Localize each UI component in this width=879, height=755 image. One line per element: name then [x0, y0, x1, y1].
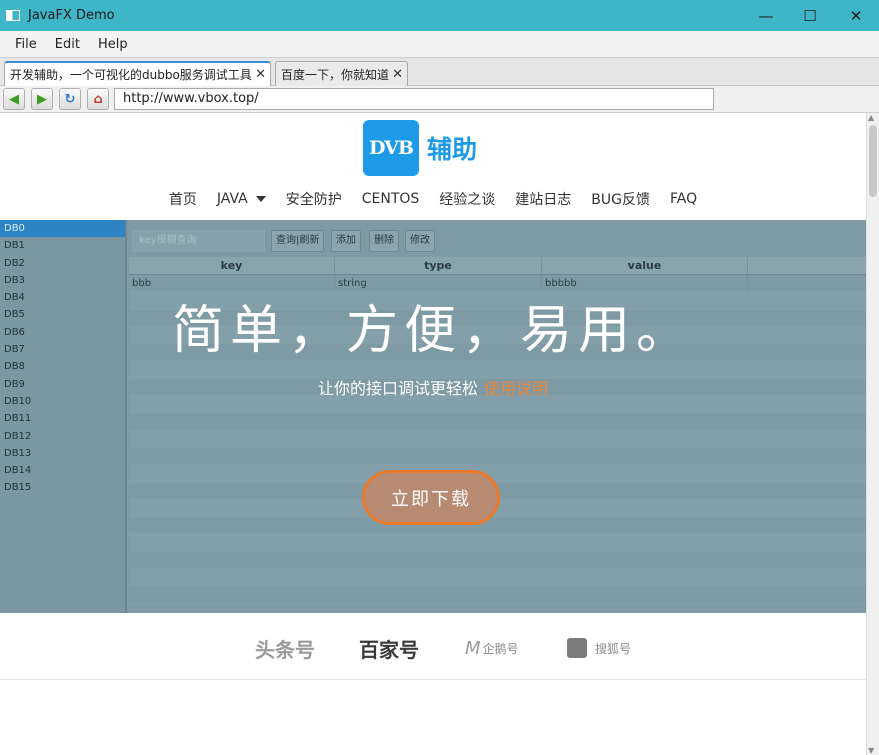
site-nav-security[interactable]: 安全防护: [286, 189, 342, 209]
caret-down-icon: [255, 196, 266, 202]
tab-baidu[interactable]: 百度一下，你就知道 ✕: [275, 61, 408, 86]
partner-logos: 头条号 百家号 M 企鹅号 搜狐号: [0, 633, 866, 663]
scroll-down-icon[interactable]: ▼: [868, 746, 874, 755]
download-button[interactable]: 立即下载: [362, 470, 500, 525]
close-button[interactable]: ✕: [833, 0, 879, 31]
scrollbar-thumb[interactable]: [869, 125, 877, 197]
home-icon[interactable]: ⌂: [87, 88, 109, 110]
window-titlebar: JavaFX Demo — ☐ ✕: [0, 0, 879, 31]
site-logo[interactable]: DVB 辅助: [363, 120, 477, 176]
site-nav: 首页 JAVA 安全防护 CENTOS 经验之谈 建站日志 BUG反馈 FAQ: [0, 188, 866, 210]
site-nav-log[interactable]: 建站日志: [515, 189, 571, 209]
reload-icon[interactable]: ↻: [59, 88, 81, 110]
tab-close-icon[interactable]: ✕: [392, 67, 403, 82]
maximize-button[interactable]: ☐: [787, 0, 833, 31]
menu-help[interactable]: Help: [89, 37, 137, 52]
site-nav-faq[interactable]: FAQ: [670, 191, 697, 207]
partner-qie-label: 企鹅号: [482, 641, 519, 656]
browser-toolbar: ◀ ▶ ↻ ⌂ http://www.vbox.top/: [0, 86, 879, 113]
menu-bar: File Edit Help: [0, 31, 879, 58]
partner-sohu-label: 搜狐号: [595, 641, 632, 656]
site-nav-java-label: JAVA: [216, 191, 248, 207]
back-arrow-icon[interactable]: ◀: [3, 88, 25, 110]
logo-text: 辅助: [427, 135, 478, 164]
hero-subtitle-text: 让你的接口调试更轻松: [317, 379, 478, 398]
penguin-mark-icon: M: [465, 637, 481, 659]
vertical-scrollbar[interactable]: ▲ ▼: [866, 113, 879, 755]
logo-mark: DVB: [363, 120, 419, 176]
tab-close-icon[interactable]: ✕: [255, 67, 266, 82]
tab-label: 开发辅助，一个可视化的dubbo服务调试工具: [10, 68, 252, 82]
menu-edit[interactable]: Edit: [46, 37, 89, 52]
minimize-button[interactable]: —: [743, 0, 789, 31]
hero-subtitle: 让你的接口调试更轻松 使用说明: [0, 375, 866, 399]
tab-dubbo-tool[interactable]: 开发辅助，一个可视化的dubbo服务调试工具 ✕: [4, 61, 271, 86]
hero-title: 简单，方便，易用。: [171, 301, 694, 361]
tab-label: 百度一下，你就知道: [281, 67, 390, 82]
web-view: DVB 辅助 首页 JAVA 安全防护 CENTOS 经验之谈 建站日志 BUG…: [0, 113, 866, 755]
site-nav-centos[interactable]: CENTOS: [362, 191, 420, 207]
site-nav-home[interactable]: 首页: [169, 189, 197, 209]
footer-divider: [0, 679, 866, 680]
menu-file[interactable]: File: [6, 37, 46, 52]
hero-overlay: 简单，方便，易用。 让你的接口调试更轻松 使用说明 立即下载: [0, 220, 866, 613]
forward-arrow-icon[interactable]: ▶: [31, 88, 53, 110]
hero-section: DB0 DB1 DB2 DB3 DB4 DB5 DB6 DB7 DB8 DB9 …: [0, 220, 866, 613]
partner-baijia-logo[interactable]: 百家号: [359, 633, 419, 663]
site-nav-bug[interactable]: BUG反馈: [591, 189, 650, 209]
app-icon: [6, 10, 20, 21]
site-nav-experience[interactable]: 经验之谈: [439, 189, 495, 209]
url-input[interactable]: http://www.vbox.top/: [114, 88, 714, 110]
partner-sohu-logo[interactable]: 搜狐号: [567, 633, 631, 663]
sohu-fox-icon: [567, 638, 587, 658]
window-title: JavaFX Demo: [28, 8, 115, 23]
tab-bar: 开发辅助，一个可视化的dubbo服务调试工具 ✕ 百度一下，你就知道 ✕: [0, 58, 879, 86]
usage-guide-link[interactable]: 使用说明: [484, 379, 548, 398]
partner-toutiao-logo[interactable]: 头条号: [255, 633, 315, 663]
scroll-up-icon[interactable]: ▲: [868, 113, 874, 122]
site-nav-java[interactable]: JAVA: [217, 191, 266, 207]
partner-qie-logo[interactable]: M 企鹅号: [465, 633, 519, 663]
